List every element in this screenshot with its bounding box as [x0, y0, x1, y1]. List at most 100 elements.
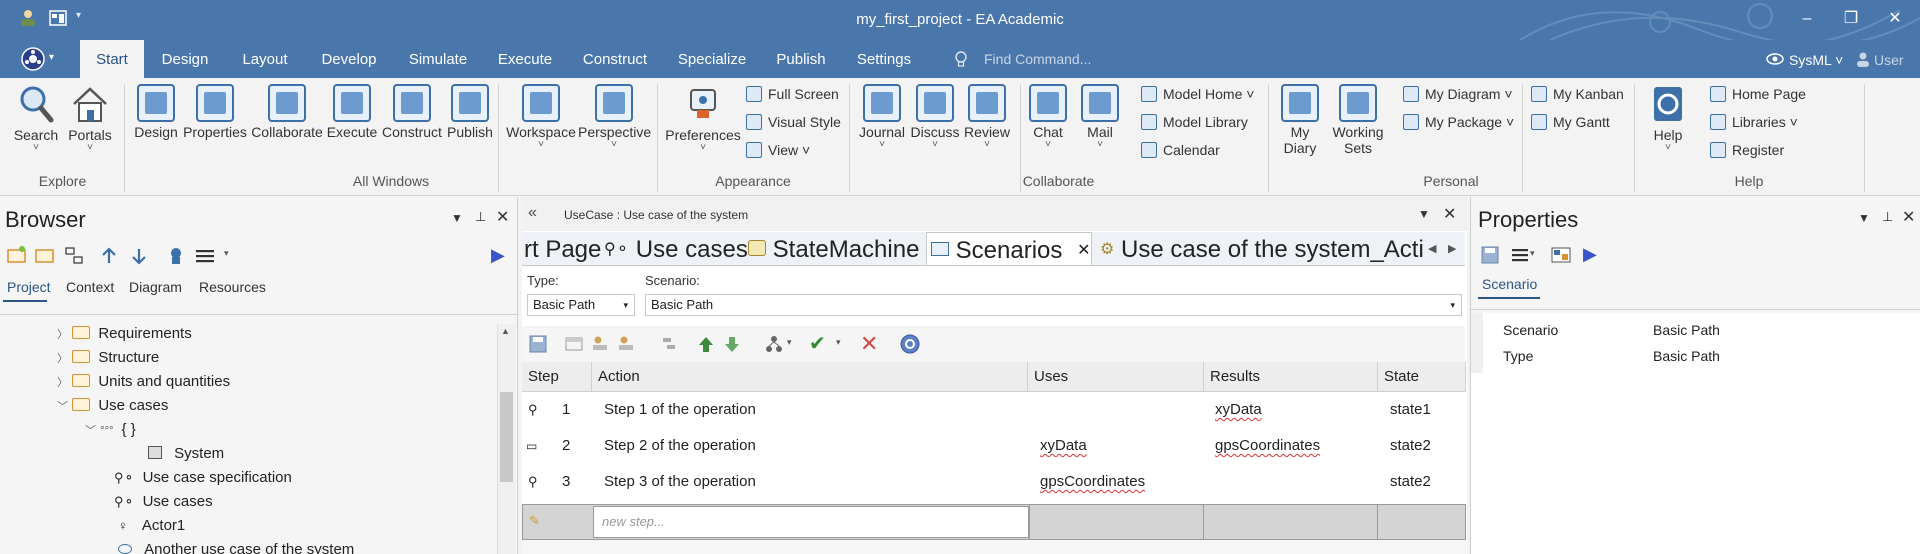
- delete-icon[interactable]: ✕: [860, 331, 878, 357]
- close-tab-icon[interactable]: ✕: [1077, 242, 1090, 259]
- close-icon[interactable]: ✕: [496, 207, 509, 227]
- close-window-button[interactable]: ✕: [1882, 8, 1908, 30]
- discuss-button[interactable]: Discuss ˅: [910, 84, 960, 150]
- working-sets-button[interactable]: Working Sets: [1330, 84, 1386, 156]
- help-button[interactable]: Help ˅: [1644, 84, 1692, 153]
- scroll-tabs-right-icon[interactable]: ▶: [1448, 242, 1456, 255]
- play-icon[interactable]: ▶: [491, 245, 505, 266]
- state-cell[interactable]: state1: [1390, 392, 1431, 428]
- column-header-step[interactable]: Step: [522, 362, 592, 392]
- chevron-right-icon[interactable]: 〉: [0, 347, 68, 371]
- browser-tab-context[interactable]: Context: [66, 279, 114, 295]
- chevron-right-icon[interactable]: 〉: [0, 323, 68, 347]
- uses-cell[interactable]: xyData: [1040, 428, 1087, 464]
- table-row[interactable]: ▭ 2 Step 2 of the operation xyData gpsCo…: [522, 428, 1466, 464]
- portals-button[interactable]: Portals ˅: [66, 84, 114, 153]
- scroll-up-icon[interactable]: ▲: [501, 326, 510, 336]
- restore-button[interactable]: ❐: [1838, 8, 1864, 30]
- tab-publish[interactable]: Publish: [772, 40, 830, 78]
- scroll-tabs-left-icon[interactable]: ◀: [1428, 242, 1436, 255]
- property-value[interactable]: Basic Path: [1653, 317, 1720, 343]
- state-cell[interactable]: state2: [1390, 428, 1431, 464]
- app-menu-dropdown-icon[interactable]: ▾: [49, 52, 54, 63]
- tree-item-braces[interactable]: ﹀ °°° { }: [0, 418, 136, 442]
- chevron-down-icon[interactable]: ▾: [836, 337, 841, 348]
- indent-icon[interactable]: [659, 334, 679, 354]
- journal-button[interactable]: Journal ˅: [857, 84, 907, 150]
- tab-execute[interactable]: Execute: [494, 40, 556, 78]
- properties-menu-icon[interactable]: ▼: [1858, 211, 1870, 225]
- tree-item-system[interactable]: System: [0, 442, 224, 466]
- mail-button[interactable]: Mail ˅: [1078, 84, 1122, 150]
- my-package-button[interactable]: My Package ˅: [1403, 111, 1514, 133]
- scrollbar-thumb[interactable]: [500, 392, 513, 482]
- insert-step-icon[interactable]: [564, 334, 584, 354]
- uses-cell[interactable]: gpsCoordinates: [1040, 464, 1145, 500]
- type-select[interactable]: Basic Path ▾: [527, 294, 635, 316]
- chevron-right-icon[interactable]: 〉: [0, 371, 68, 395]
- my-gantt-button[interactable]: My Gantt: [1531, 111, 1610, 133]
- browser-tab-diagram[interactable]: Diagram: [129, 279, 182, 295]
- pin-icon[interactable]: ⊥: [1882, 209, 1893, 225]
- tree-item-requirements[interactable]: 〉 Requirements: [0, 322, 192, 346]
- properties-window-button[interactable]: Properties: [182, 84, 248, 140]
- tab-scenarios[interactable]: Scenarios ✕: [926, 232, 1092, 265]
- find-command-input[interactable]: Find Command...: [984, 51, 1091, 67]
- my-diary-button[interactable]: My Diary: [1276, 84, 1324, 156]
- column-header-action[interactable]: Action: [592, 362, 1028, 392]
- move-up-icon[interactable]: [696, 334, 716, 354]
- full-screen-button[interactable]: Full Screen: [746, 83, 839, 105]
- editor-menu-icon[interactable]: ▼: [1418, 207, 1430, 221]
- tree-item-actor1[interactable]: ♀ Actor1: [0, 514, 185, 538]
- browser-tab-project[interactable]: Project: [7, 279, 51, 295]
- perspective-selector[interactable]: SysML ˅: [1789, 52, 1843, 68]
- new-step-input[interactable]: new step...: [593, 506, 1029, 538]
- review-button[interactable]: Review ˅: [962, 84, 1012, 150]
- tree-item-use-case-specification[interactable]: ⚲⚬ Use case specification: [0, 466, 292, 490]
- state-cell[interactable]: state2: [1390, 464, 1431, 500]
- tree-item-structure[interactable]: 〉 Structure: [0, 346, 159, 370]
- tree-item-use-cases[interactable]: ﹀ Use cases: [0, 394, 168, 418]
- collaborate-window-button[interactable]: Collaborate: [250, 84, 324, 140]
- results-cell[interactable]: xyData: [1215, 392, 1262, 428]
- tab-statemachine[interactable]: StateMachine: [748, 232, 944, 265]
- properties-tab-scenario[interactable]: Scenario: [1482, 276, 1537, 292]
- browser-menu-icon[interactable]: ▼: [451, 211, 463, 225]
- chevron-down-icon[interactable]: ﹀: [0, 419, 96, 443]
- column-header-state[interactable]: State: [1378, 362, 1466, 392]
- column-header-uses[interactable]: Uses: [1028, 362, 1204, 392]
- results-cell[interactable]: gpsCoordinates: [1215, 428, 1320, 464]
- move-down-icon[interactable]: [722, 334, 742, 354]
- add-actor-step-icon[interactable]: [590, 334, 610, 354]
- tab-simulate[interactable]: Simulate: [404, 40, 472, 78]
- publish-window-button[interactable]: Publish: [446, 84, 494, 140]
- tab-start[interactable]: Start: [80, 40, 144, 78]
- toolbar-dropdown-icon[interactable]: ▾: [1530, 248, 1535, 259]
- check-icon[interactable]: ✔: [809, 331, 826, 356]
- chevron-down-icon[interactable]: ▾: [787, 337, 792, 348]
- help-icon[interactable]: [899, 333, 921, 355]
- visual-style-button[interactable]: Visual Style: [746, 111, 841, 133]
- close-icon[interactable]: ✕: [1443, 204, 1456, 224]
- action-cell[interactable]: Step 1 of the operation: [604, 392, 756, 428]
- home-page-button[interactable]: Home Page: [1710, 83, 1806, 105]
- property-value[interactable]: Basic Path: [1653, 343, 1720, 369]
- table-row[interactable]: ⚲ 3 Step 3 of the operation gpsCoordinat…: [522, 464, 1466, 500]
- scenario-select[interactable]: Basic Path ▾: [645, 294, 1462, 316]
- my-kanban-button[interactable]: My Kanban: [1531, 83, 1624, 105]
- model-library-button[interactable]: Model Library: [1141, 111, 1248, 133]
- minimize-button[interactable]: –: [1794, 8, 1820, 30]
- chat-button[interactable]: Chat ˅: [1026, 84, 1070, 150]
- tree-item-use-cases-diagram[interactable]: ⚲⚬ Use cases: [0, 490, 213, 514]
- tree-item-another-use-case[interactable]: Another use case of the system: [0, 538, 354, 554]
- toolbar-dropdown-icon[interactable]: ▾: [224, 248, 229, 259]
- preferences-button[interactable]: Preferences ˅: [664, 84, 742, 153]
- pin-icon[interactable]: ⊥: [475, 209, 486, 225]
- close-icon[interactable]: ✕: [1902, 207, 1915, 227]
- table-row[interactable]: ⚲ 1 Step 1 of the operation xyData state…: [522, 392, 1466, 428]
- tab-activity[interactable]: ⚙ Use case of the system_Acti...: [1100, 232, 1424, 265]
- tab-use-cases[interactable]: ⚲⚬ Use cases: [604, 232, 756, 265]
- model-home-button[interactable]: Model Home ˅: [1141, 83, 1254, 105]
- add-system-step-icon[interactable]: [616, 334, 636, 354]
- tree-item-units[interactable]: 〉 Units and quantities: [0, 370, 230, 394]
